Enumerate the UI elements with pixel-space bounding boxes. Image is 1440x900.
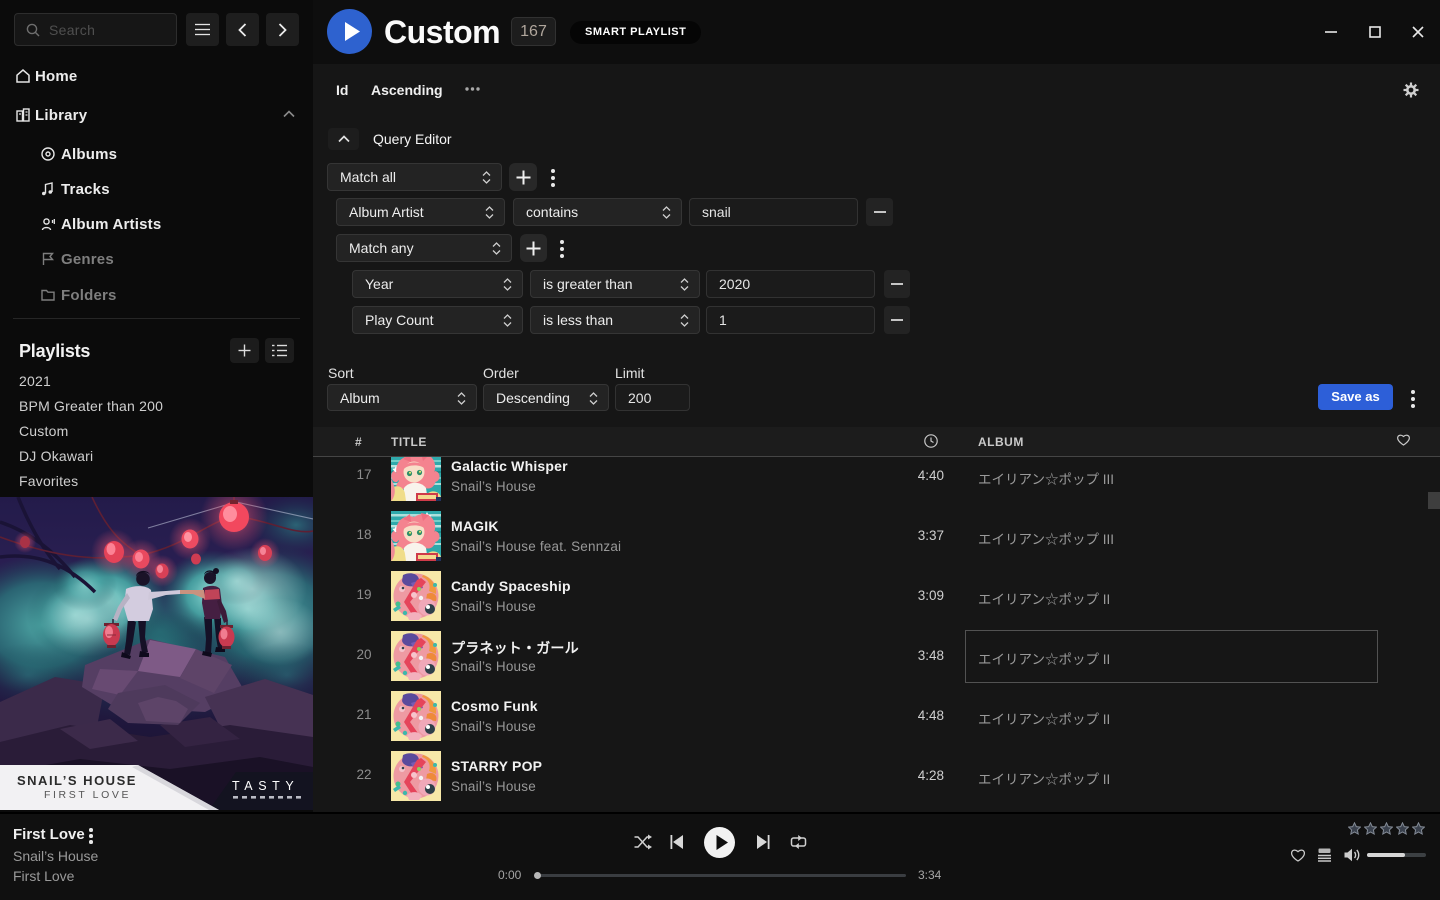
- svg-text:FIRST LOVE: FIRST LOVE: [44, 789, 131, 801]
- svg-text:TASTY: TASTY: [232, 779, 299, 793]
- svg-text:SNAIL’S HOUSE: SNAIL’S HOUSE: [17, 773, 137, 788]
